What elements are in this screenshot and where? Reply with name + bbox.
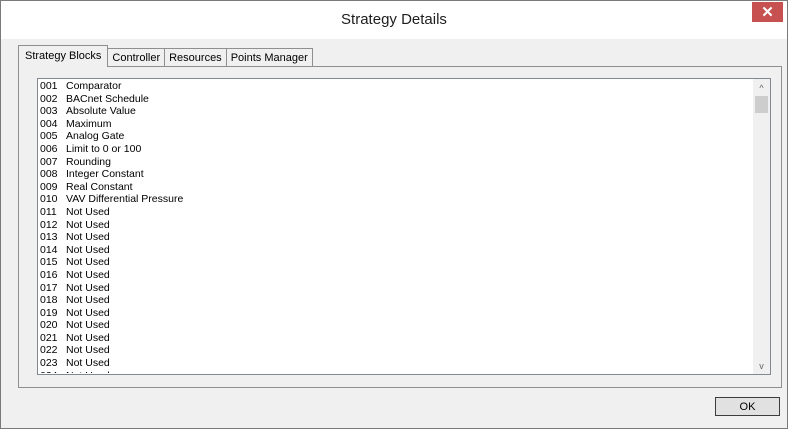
list-item[interactable]: 020 Not Used (40, 319, 754, 332)
list-item[interactable]: 016 Not Used (40, 269, 754, 282)
block-number: 024 (40, 370, 66, 373)
block-name: Not Used (66, 218, 110, 231)
block-name: Not Used (66, 319, 110, 332)
block-name: Not Used (66, 344, 110, 357)
list-item[interactable]: 021 Not Used (40, 332, 754, 345)
block-number: 010 (40, 193, 58, 206)
scroll-up-icon[interactable]: ^ (753, 79, 770, 96)
strategy-blocks-list[interactable]: 001 Comparator 002 BACnet Schedule 003 Absolu… (37, 78, 771, 375)
list-item[interactable]: 022 Not Used (40, 344, 754, 357)
ok-button[interactable]: OK (715, 397, 780, 416)
block-number: 002 (40, 92, 58, 105)
block-name: Not Used (66, 306, 110, 319)
block-name: Not Used (66, 256, 110, 269)
strategy-blocks-panel: 001 Comparator 002 BACnet Schedule 003 Absolu… (18, 66, 782, 388)
list-item[interactable]: 001 Comparator (40, 80, 754, 93)
list-item[interactable]: 004 Maximum (40, 118, 754, 131)
block-number: 011 (40, 205, 57, 218)
block-name: Maximum (66, 117, 112, 130)
close-button[interactable]: ✕ (752, 2, 783, 22)
tab-resources[interactable]: Resources (164, 48, 227, 67)
list-item[interactable]: 019 Not Used (40, 307, 754, 320)
block-name: Not Used (66, 294, 110, 307)
block-name: Analog Gate (66, 130, 125, 143)
block-name: Absolute Value (66, 105, 136, 118)
block-name: Not Used (66, 243, 110, 256)
list-item[interactable]: 002 BACnet Schedule (40, 93, 754, 106)
list-item[interactable]: 023 Not Used (40, 357, 754, 370)
list-item[interactable]: 010 VAV Differential Pressure (40, 193, 754, 206)
block-name: Not Used (66, 231, 110, 244)
block-name: Limit to 0 or 100 (66, 142, 142, 155)
window-title: Strategy Details (341, 11, 447, 28)
block-name: Rounding (66, 155, 111, 168)
close-icon: ✕ (761, 4, 774, 21)
list-item[interactable]: 018 Not Used (40, 294, 754, 307)
block-number: 001 (40, 80, 58, 92)
list-item[interactable]: 009 Real Constant (40, 181, 754, 194)
block-number: 016 (40, 268, 58, 281)
list-item[interactable]: 008 Integer Constant (40, 168, 754, 181)
tab-controller[interactable]: Controller (107, 48, 166, 67)
block-number: 019 (40, 306, 58, 319)
block-number: 009 (40, 180, 58, 193)
tab-points-manager[interactable]: Points Manager (225, 48, 313, 67)
block-number: 013 (40, 231, 58, 244)
block-number: 017 (40, 281, 58, 294)
list-item[interactable]: 006 Limit to 0 or 100 (40, 143, 754, 156)
list-item[interactable]: 007 Rounding (40, 156, 754, 169)
vertical-scrollbar[interactable]: ^ v (753, 79, 770, 374)
block-name: Comparator (66, 80, 122, 92)
block-number: 012 (40, 218, 58, 231)
block-number: 014 (40, 243, 58, 256)
block-name: Not Used (66, 331, 110, 344)
block-number: 005 (40, 130, 58, 143)
block-number: 004 (40, 117, 58, 130)
block-name: Not Used (66, 205, 110, 218)
list-item[interactable]: 024Not Used (40, 370, 754, 373)
block-number: 022 (40, 344, 58, 357)
block-name: VAV Differential Pressure (66, 193, 184, 206)
scroll-thumb[interactable] (755, 96, 768, 113)
block-number: 008 (40, 168, 58, 181)
block-number: 015 (40, 256, 58, 269)
block-name: Not Used (66, 370, 110, 373)
list-item[interactable]: 014 Not Used (40, 244, 754, 257)
block-name: Not Used (66, 281, 110, 294)
strategy-details-dialog: Strategy Details ✕ Strategy Blocks Contr… (0, 0, 788, 429)
block-name: Integer Constant (66, 168, 144, 181)
tab-strip: Strategy Blocks Controller Resources Poi… (18, 45, 313, 67)
block-number: 023 (40, 357, 58, 370)
list-item[interactable]: 013 Not Used (40, 231, 754, 244)
scroll-down-icon[interactable]: v (753, 357, 770, 374)
block-name: Not Used (66, 357, 110, 370)
list-items: 001 Comparator 002 BACnet Schedule 003 Absolu… (40, 80, 754, 373)
block-number: 007 (40, 155, 58, 168)
block-name: Not Used (66, 268, 110, 281)
block-name: BACnet Schedule (66, 92, 149, 105)
block-number: 020 (40, 319, 58, 332)
title-bar[interactable]: Strategy Details ✕ (1, 1, 787, 39)
block-number: 006 (40, 142, 58, 155)
list-item[interactable]: 012 Not Used (40, 219, 754, 232)
tab-strategy-blocks[interactable]: Strategy Blocks (18, 45, 109, 67)
list-item[interactable]: 017 Not Used (40, 282, 754, 295)
list-item[interactable]: 003 Absolute Value (40, 105, 754, 118)
block-number: 018 (40, 294, 58, 307)
block-number: 021 (40, 331, 58, 344)
list-item[interactable]: 015 Not Used (40, 256, 754, 269)
block-name: Real Constant (66, 180, 133, 193)
list-item[interactable]: 005 Analog Gate (40, 130, 754, 143)
list-item[interactable]: 011 Not Used (40, 206, 754, 219)
block-number: 003 (40, 105, 58, 118)
